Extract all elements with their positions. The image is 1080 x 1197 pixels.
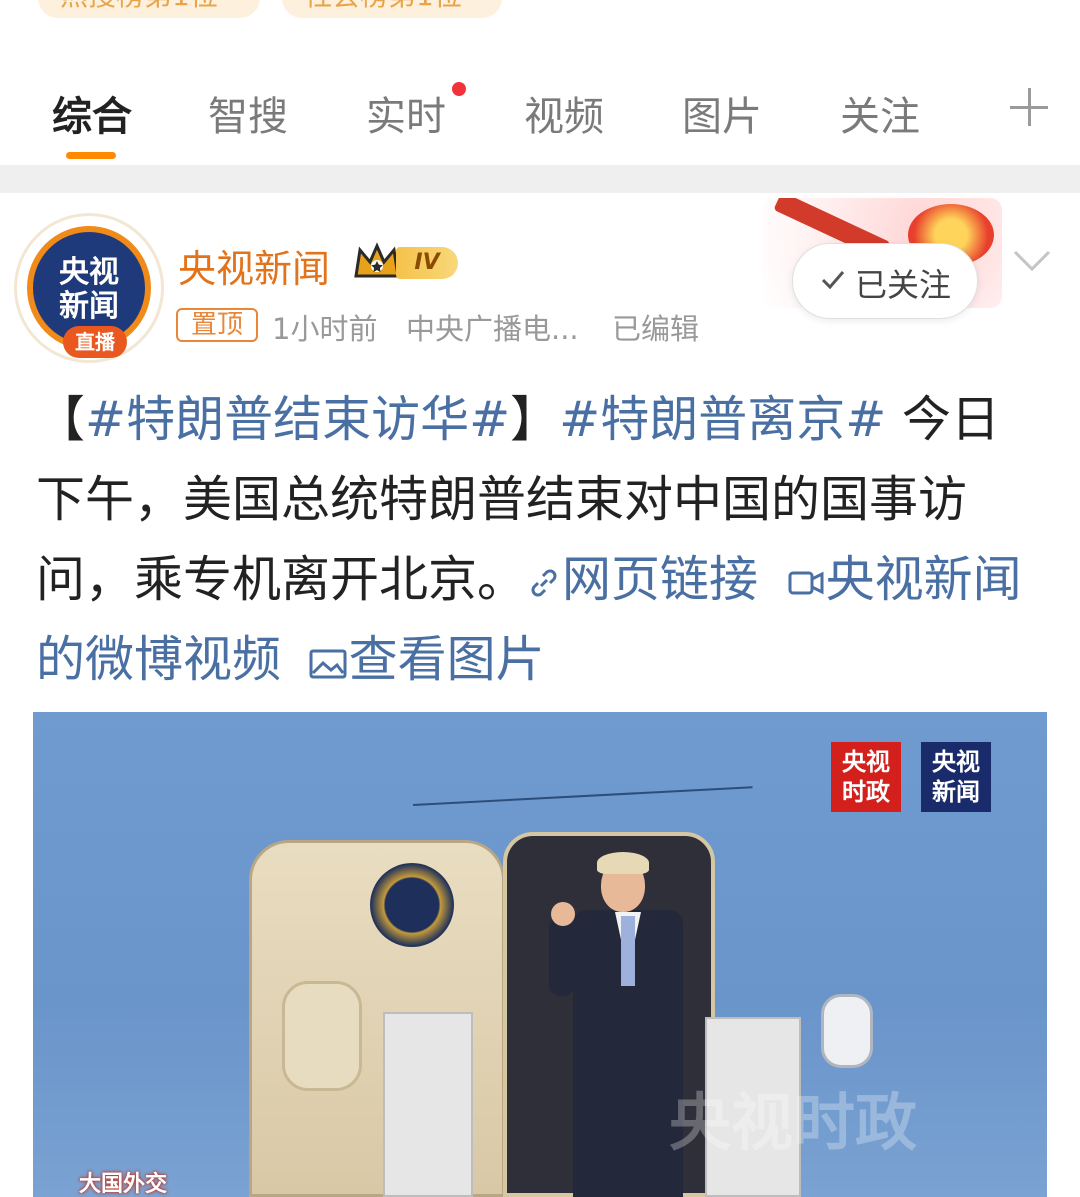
post-video[interactable]: 央视时政 央视新闻 央视时政 大国外交: [33, 712, 1047, 1197]
cctv-news-logo: 央视新闻: [921, 742, 991, 812]
tab-comprehensive[interactable]: 综合: [52, 84, 132, 142]
door-window: [282, 981, 362, 1091]
checkmark-icon: [821, 271, 845, 290]
web-link[interactable]: 网页链接: [526, 551, 758, 608]
search-tab-bar: 综合 智搜 实时 视频 图片 关注: [0, 60, 1080, 165]
add-tab-plus-icon[interactable]: [1010, 88, 1048, 126]
pinned-badge: 置顶: [176, 308, 258, 342]
avatar-text-line2: 新闻: [59, 289, 119, 324]
close-bracket: 】: [510, 391, 560, 448]
hot-rank-pill[interactable]: 热搜榜第1位: [38, 0, 260, 18]
view-images-label: 查看图片: [348, 631, 545, 688]
open-bracket: 【: [36, 391, 86, 448]
social-rank-pill[interactable]: 社会榜第1位: [282, 0, 502, 18]
cctv-politics-logo: 央视时政: [831, 742, 901, 812]
post-text: 【#特朗普结束访华#】#特朗普离京# 今日下午，美国总统特朗普结束对中国的国事访…: [36, 380, 1046, 700]
video-camera-icon: [788, 571, 824, 594]
follow-button[interactable]: 已关注: [792, 243, 978, 319]
tab-following[interactable]: 关注: [840, 84, 920, 142]
tab-realtime[interactable]: 实时: [366, 84, 446, 142]
video-caption: 大国外交: [79, 1172, 168, 1197]
link-icon: [531, 569, 557, 596]
hashtag-trump-ends-visit[interactable]: #特朗普结束访华#: [85, 391, 510, 448]
vip-level-badge: IV: [396, 247, 458, 279]
aircraft-window: [821, 994, 873, 1068]
presidential-seal-icon: [370, 863, 454, 947]
live-badge: 直播: [63, 326, 127, 358]
follow-label: 已关注: [855, 266, 952, 304]
section-divider: [0, 165, 1080, 193]
view-images-link[interactable]: 查看图片: [297, 631, 545, 688]
hashtag-trump-leaves-beijing[interactable]: #特朗普离京#: [559, 391, 886, 448]
video-watermark: 央视时政: [669, 1086, 918, 1159]
tab-images[interactable]: 图片: [682, 84, 762, 142]
web-link-label: 网页链接: [562, 551, 759, 608]
top-hot-rank-bar: 热搜榜第1位 社会榜第1位: [0, 0, 1080, 20]
stair-railing-left: [383, 1012, 473, 1197]
realtime-badge-dot: [452, 82, 466, 96]
chevron-down-icon[interactable]: [1012, 248, 1052, 274]
post-source: 中央广播电...: [406, 312, 579, 346]
image-icon: [309, 649, 347, 678]
crown-icon: [354, 242, 400, 278]
edited-label: 已编辑: [612, 312, 700, 346]
avatar[interactable]: 央视 新闻 直播: [14, 213, 164, 363]
fuselage-stripe: [412, 786, 753, 806]
tab-video[interactable]: 视频: [524, 84, 604, 142]
avatar-text-line1: 央视: [59, 255, 119, 290]
tab-smart-search[interactable]: 智搜: [208, 84, 288, 142]
author-name[interactable]: 央视新闻: [178, 238, 330, 293]
active-tab-indicator: [66, 152, 116, 159]
post-time: 1小时前: [272, 312, 378, 346]
